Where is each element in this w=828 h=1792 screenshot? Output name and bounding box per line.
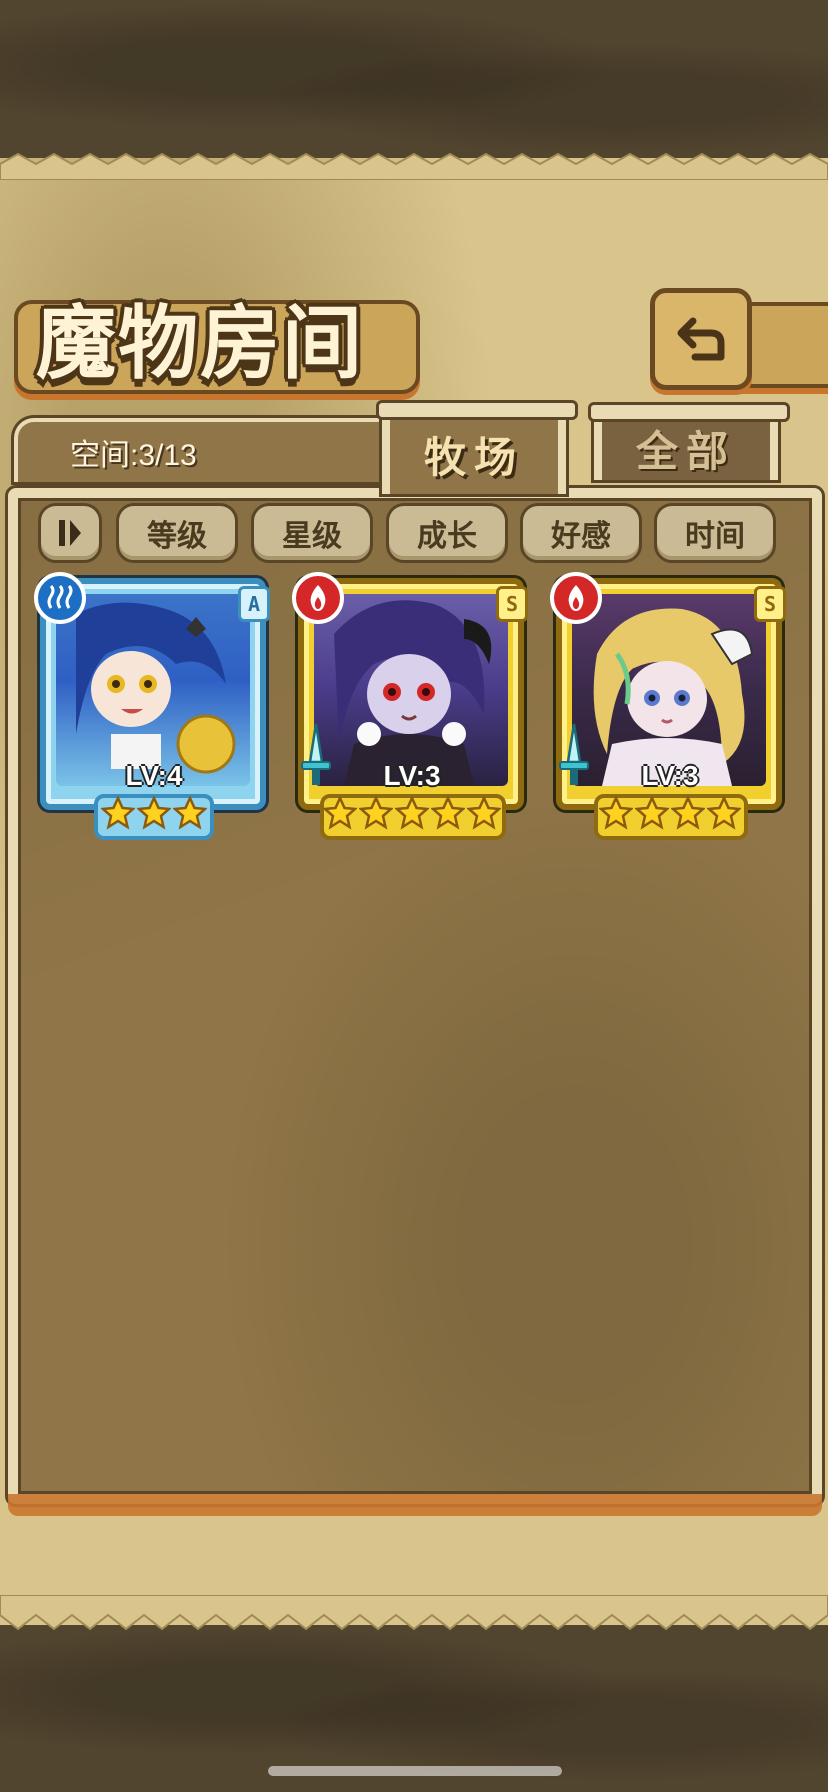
star-rating (550, 796, 790, 830)
rank-badge: A (238, 586, 270, 622)
tab-all-cap (588, 402, 790, 422)
star-icon (431, 796, 465, 830)
sort-by-time-button[interactable]: 时间 (654, 503, 776, 563)
star-icon (707, 796, 741, 830)
top-map-band (0, 0, 828, 165)
star-icon (359, 796, 393, 830)
monster-level: LV:4 (125, 760, 183, 791)
monster-art (593, 608, 754, 786)
capacity-text: 空间:3/13 (70, 439, 197, 472)
sort-by-growth-button[interactable]: 成长 (386, 503, 508, 563)
tab-ranch-cap (376, 400, 578, 420)
sort-order-toggle[interactable] (38, 503, 102, 563)
fire-element-icon (550, 572, 602, 624)
rank-badge: S (754, 586, 786, 622)
panel-bottom-edge (8, 1494, 822, 1516)
sort-by-level-button[interactable]: 等级 (116, 503, 238, 563)
monster-level: LV:3 (641, 760, 699, 791)
star-rating (34, 796, 274, 830)
water-element-icon (34, 572, 86, 624)
star-icon (101, 796, 135, 830)
monster-card[interactable]: S LV:3 (292, 572, 532, 848)
star-icon (635, 796, 669, 830)
page-title: 魔物房间 (36, 296, 364, 390)
monster-art (76, 602, 236, 774)
star-rating (292, 796, 532, 830)
monster-art (334, 600, 492, 786)
scroll-top-edge (0, 152, 828, 180)
sort-by-affection-button[interactable]: 好感 (520, 503, 642, 563)
sort-by-star-button[interactable]: 星级 (251, 503, 373, 563)
star-icon (467, 796, 501, 830)
star-icon (671, 796, 705, 830)
monster-portrait (314, 594, 508, 786)
home-indicator[interactable] (268, 1766, 562, 1776)
return-arrow-icon (677, 317, 725, 361)
back-button[interactable] (650, 288, 752, 390)
star-icon (395, 796, 429, 830)
monster-card[interactable]: S LV:3 (550, 572, 790, 848)
scroll-bottom-edge (0, 1595, 828, 1631)
star-icon (173, 796, 207, 830)
rank-badge: S (496, 586, 528, 622)
monster-portrait (56, 594, 250, 786)
monster-portrait (572, 594, 766, 786)
star-icon (137, 796, 171, 830)
star-icon (599, 796, 633, 830)
monster-level: LV:3 (383, 760, 441, 791)
monster-card[interactable]: A LV:4 (34, 572, 274, 848)
tab-ranch[interactable]: 牧场 (382, 408, 566, 494)
star-icon (323, 796, 357, 830)
sort-order-icon (59, 520, 81, 546)
fire-element-icon (292, 572, 344, 624)
